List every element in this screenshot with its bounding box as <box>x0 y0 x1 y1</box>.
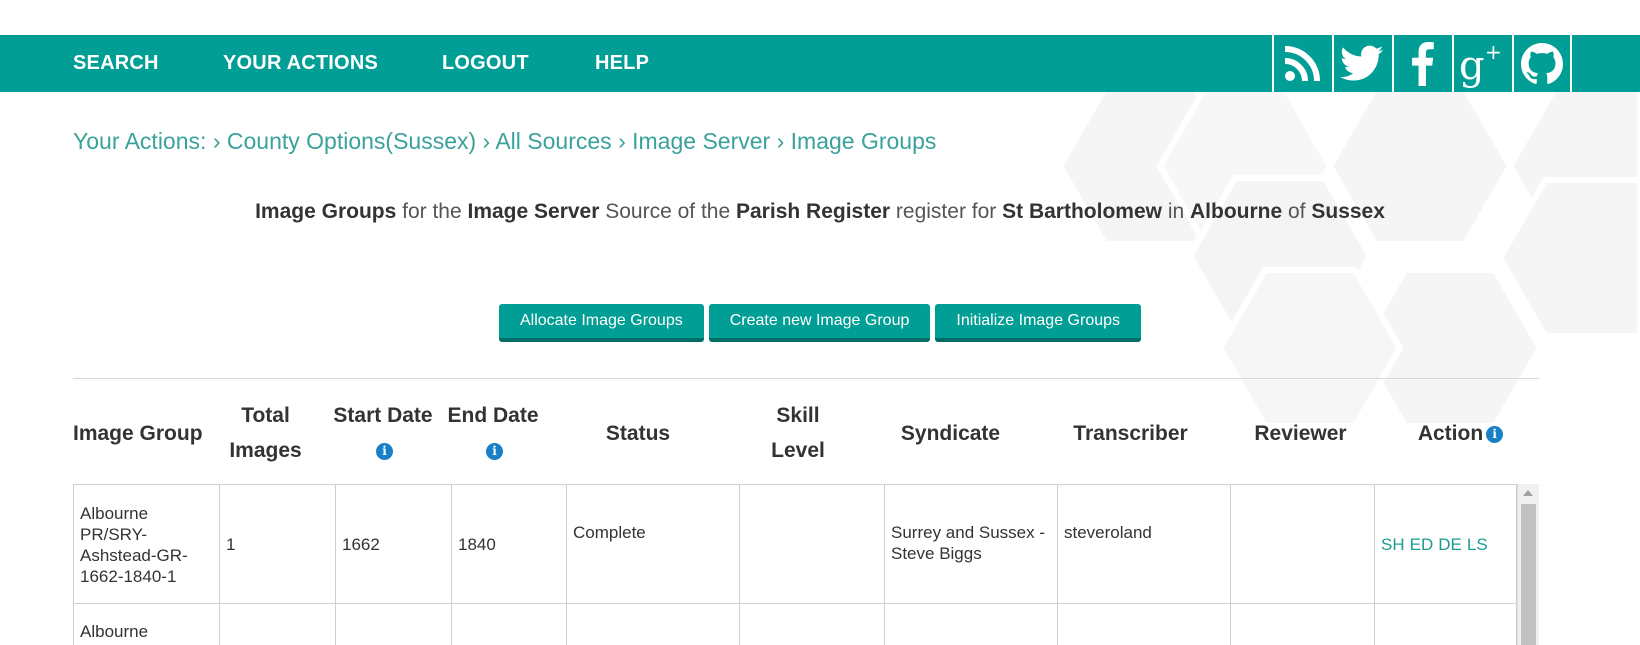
initialize-image-groups-button[interactable]: Initialize Image Groups <box>935 304 1142 342</box>
create-image-group-button[interactable]: Create new Image Group <box>708 304 931 342</box>
facebook-icon[interactable] <box>1392 35 1450 92</box>
header-reviewer: Reviewer <box>1254 421 1347 445</box>
header-action: Action i <box>1378 398 1543 468</box>
table-scrollbar[interactable] <box>1517 484 1539 645</box>
divider <box>73 378 1539 379</box>
breadcrumb-separator: › <box>618 128 626 154</box>
cell-start-date <box>335 604 451 645</box>
cell-actions: SH ED DE LS <box>1374 485 1517 604</box>
google-plus-icon[interactable]: g + <box>1452 35 1510 92</box>
title-place: Albourne <box>1190 200 1283 223</box>
top-navbar: SEARCH YOUR ACTIONS LOGOUT HELP g + <box>0 35 1640 92</box>
header-image-group: Image Group <box>73 421 203 445</box>
header-end-date: End Datei <box>447 404 539 460</box>
title-image-server: Image Server <box>467 200 600 223</box>
nav-logout[interactable]: LOGOUT <box>442 35 529 92</box>
breadcrumb-image-server[interactable]: Image Server <box>632 128 770 154</box>
info-icon[interactable]: i <box>376 443 393 460</box>
header-skill-level: Skill Level <box>771 404 825 462</box>
cell-status <box>566 604 739 645</box>
cell-total-images: 1 <box>219 485 335 604</box>
cell-transcriber <box>1057 604 1230 645</box>
image-groups-table: Albourne PR/SRY-Ashstead-GR-1662-1840-1 … <box>73 484 1539 645</box>
breadcrumb-separator: › <box>482 128 491 154</box>
allocate-image-groups-button[interactable]: Allocate Image Groups <box>498 304 704 342</box>
rss-icon[interactable] <box>1272 35 1330 92</box>
header-syndicate: Syndicate <box>900 421 1001 445</box>
cell-status: Complete <box>566 485 739 604</box>
cell-image-group: Albourne <box>73 604 219 645</box>
breadcrumb-image-groups[interactable]: Image Groups <box>791 128 937 154</box>
nav-help[interactable]: HELP <box>595 35 649 92</box>
cell-image-group: Albourne PR/SRY-Ashstead-GR-1662-1840-1 <box>73 485 219 604</box>
info-icon[interactable]: i <box>486 443 503 460</box>
cell-syndicate: Surrey and Sussex - Steve Biggs <box>884 485 1057 604</box>
cell-skill-level <box>739 604 884 645</box>
cell-transcriber: steveroland <box>1057 485 1230 604</box>
breadcrumb-root[interactable]: Your Actions: <box>73 128 206 154</box>
info-icon[interactable]: i <box>1486 425 1504 443</box>
action-ed-link[interactable]: ED <box>1410 534 1434 555</box>
action-de-link[interactable]: DE <box>1438 534 1462 555</box>
twitter-icon[interactable] <box>1332 35 1390 92</box>
table-header: Image Group Total Images Start Datei End… <box>73 398 1539 468</box>
action-sh-link[interactable]: SH <box>1381 534 1405 555</box>
cell-reviewer <box>1230 485 1374 604</box>
cell-start-date: 1662 <box>335 485 451 604</box>
nav-search[interactable]: SEARCH <box>73 35 159 92</box>
title-church: St Bartholomew <box>1002 200 1162 223</box>
breadcrumb: Your Actions: › County Options(Sussex) ›… <box>73 128 936 155</box>
title-text: in <box>1161 200 1190 223</box>
title-text: of <box>1282 200 1312 223</box>
scrollbar-thumb[interactable] <box>1521 504 1536 645</box>
breadcrumb-separator: › <box>776 128 785 154</box>
github-icon[interactable] <box>1512 35 1572 92</box>
header-status: Status <box>605 421 671 445</box>
breadcrumb-county-options[interactable]: County Options(Sussex) <box>227 128 476 154</box>
title-county: Sussex <box>1311 200 1385 223</box>
action-ls-link[interactable]: LS <box>1467 534 1488 555</box>
title-text: for the <box>396 200 468 223</box>
breadcrumb-separator: › <box>212 128 221 154</box>
title-text: register for <box>890 200 1003 223</box>
cell-actions <box>1374 604 1517 645</box>
cell-end-date <box>451 604 566 645</box>
action-buttons: Allocate Image Groups Create new Image G… <box>0 304 1640 342</box>
breadcrumb-all-sources[interactable]: All Sources <box>495 128 611 154</box>
scroll-up-arrow-icon[interactable] <box>1523 490 1533 496</box>
svg-text:g: g <box>1459 43 1485 89</box>
cell-end-date: 1840 <box>451 485 566 604</box>
header-start-date: Start Datei <box>333 404 433 460</box>
table-row: Albourne <box>73 603 1517 645</box>
cell-total-images <box>219 604 335 645</box>
cell-skill-level <box>739 485 884 604</box>
title-register-type: Parish Register <box>736 200 891 223</box>
header-transcriber: Transcriber <box>1073 421 1188 445</box>
nav-your-actions[interactable]: YOUR ACTIONS <box>223 35 378 92</box>
page-title: Image Groups for the Image Server Source… <box>0 200 1640 224</box>
svg-text:+: + <box>1485 40 1502 64</box>
title-image-groups: Image Groups <box>255 200 397 223</box>
header-total-images: Total Images <box>229 404 302 462</box>
table-row: Albourne PR/SRY-Ashstead-GR-1662-1840-1 … <box>73 484 1517 604</box>
cell-syndicate <box>884 604 1057 645</box>
title-text: Source of the <box>599 200 736 223</box>
cell-reviewer <box>1230 604 1374 645</box>
